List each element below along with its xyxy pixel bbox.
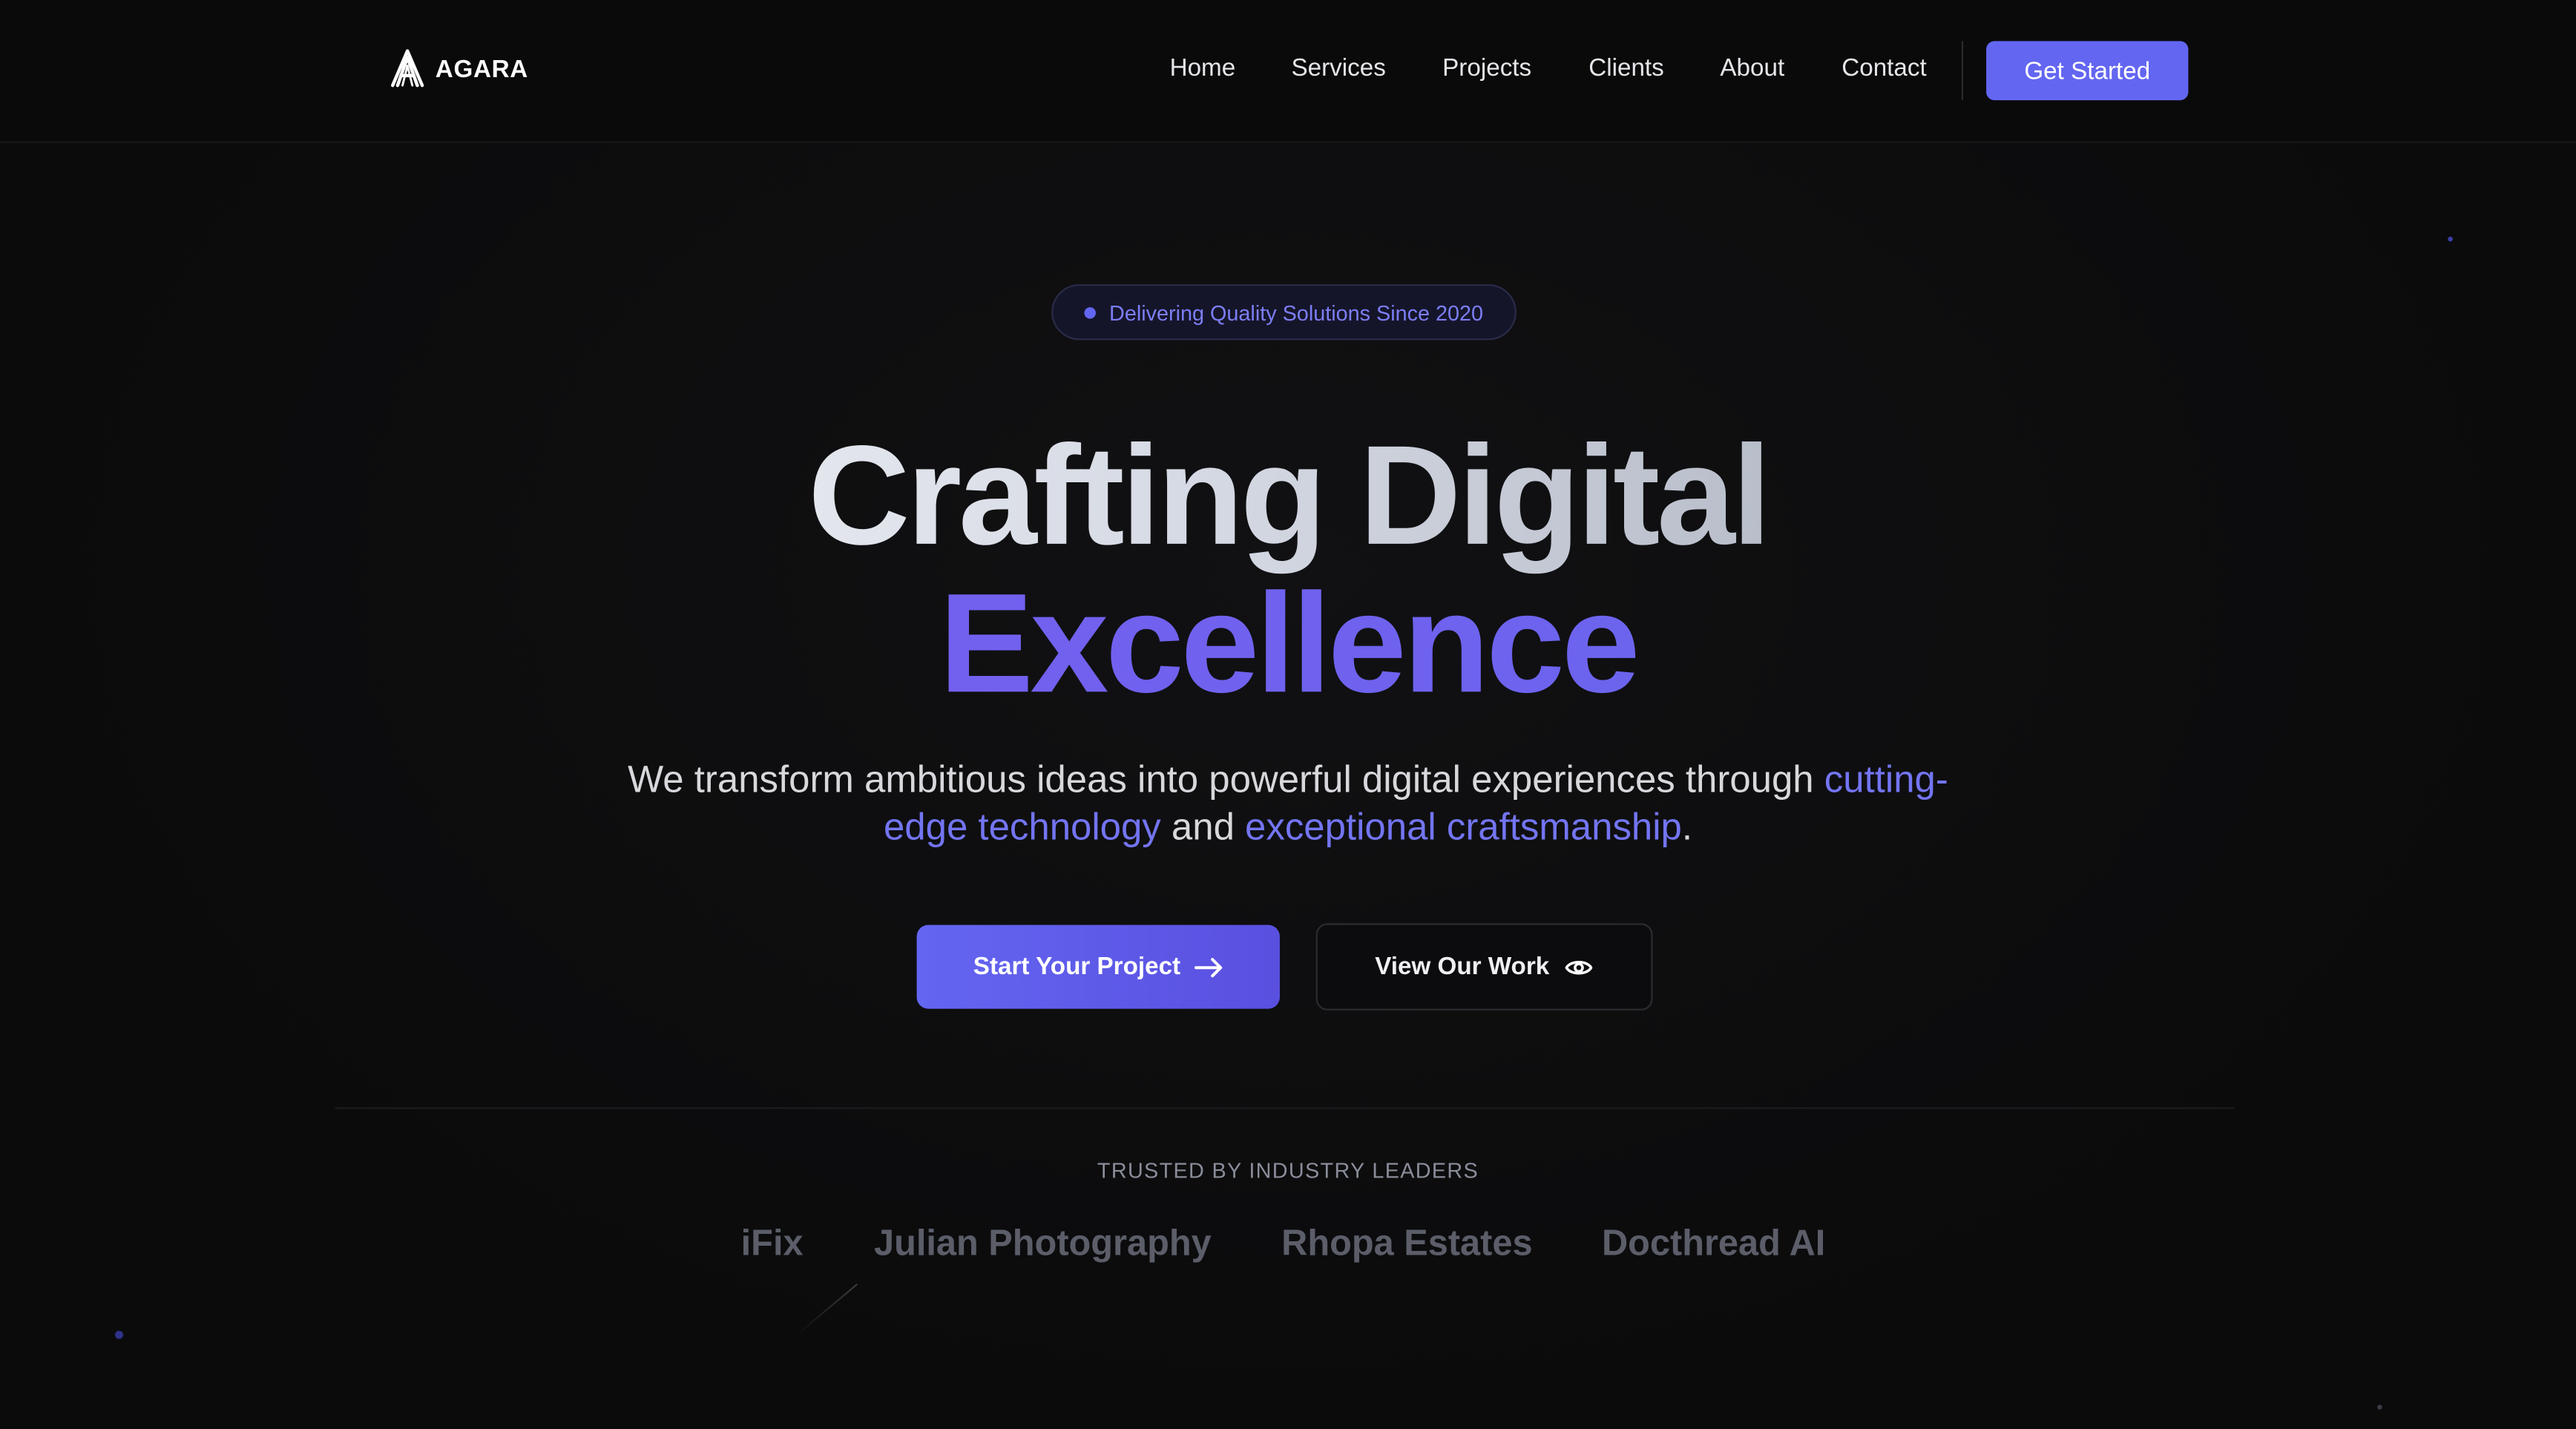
hero-headline-line2: Excellence xyxy=(0,562,2576,726)
page: AGARA Home Services Projects Clients Abo… xyxy=(0,0,2576,1429)
brand-name: AGARA xyxy=(435,55,528,83)
client-logo-julian-photography: Julian Photography xyxy=(874,1222,1212,1264)
client-logo-docthread-ai: Docthread AI xyxy=(1601,1222,1826,1264)
subtitle-text-2: and xyxy=(1160,805,1246,848)
view-our-work-label: View Our Work xyxy=(1375,953,1550,981)
nav-link-services[interactable]: Services xyxy=(1291,54,1385,82)
nav-link-projects[interactable]: Projects xyxy=(1442,54,1531,82)
badge-text: Delivering Quality Solutions Since 2020 xyxy=(1109,300,1484,325)
hero-badge: Delivering Quality Solutions Since 2020 xyxy=(1051,284,1517,341)
nav-link-contact[interactable]: Contact xyxy=(1841,54,1926,82)
start-your-project-label: Start Your Project xyxy=(973,953,1181,981)
trusted-heading: TRUSTED BY INDUSTRY LEADERS xyxy=(1097,1158,1479,1183)
decorative-streak xyxy=(796,1283,858,1336)
client-logo-ifix: iFix xyxy=(740,1222,804,1264)
subtitle-text-3: . xyxy=(1681,805,1693,848)
top-navigation: AGARA Home Services Projects Clients Abo… xyxy=(0,0,2576,143)
decorative-sparkle xyxy=(115,1330,124,1339)
badge-dot-icon xyxy=(1084,306,1097,318)
eye-icon xyxy=(1565,959,1593,974)
nav-link-home[interactable]: Home xyxy=(1170,54,1236,82)
get-started-button[interactable]: Get Started xyxy=(1986,41,2189,101)
section-divider xyxy=(335,1107,2235,1109)
nav-link-clients[interactable]: Clients xyxy=(1588,54,1664,82)
view-our-work-button[interactable]: View Our Work xyxy=(1315,923,1653,1011)
agara-logo-icon xyxy=(391,49,424,88)
client-logo-rhopa-estates: Rhopa Estates xyxy=(1281,1222,1533,1264)
nav-link-about[interactable]: About xyxy=(1720,54,1784,82)
decorative-sparkle xyxy=(2377,1405,2382,1410)
start-your-project-button[interactable]: Start Your Project xyxy=(916,924,1280,1009)
decorative-sparkle xyxy=(2448,236,2453,242)
subtitle-highlight-craftsmanship: exceptional craftsmanship xyxy=(1245,805,1682,848)
brand-logo[interactable]: AGARA xyxy=(390,49,528,88)
nav-divider xyxy=(1961,41,1964,101)
hero-headline-line1: Crafting Digital xyxy=(0,414,2576,578)
subtitle-text-1: We transform ambitious ideas into powerf… xyxy=(628,757,1824,801)
hero-subtitle: We transform ambitious ideas into powerf… xyxy=(608,756,1968,851)
arrow-right-icon xyxy=(1194,957,1222,977)
